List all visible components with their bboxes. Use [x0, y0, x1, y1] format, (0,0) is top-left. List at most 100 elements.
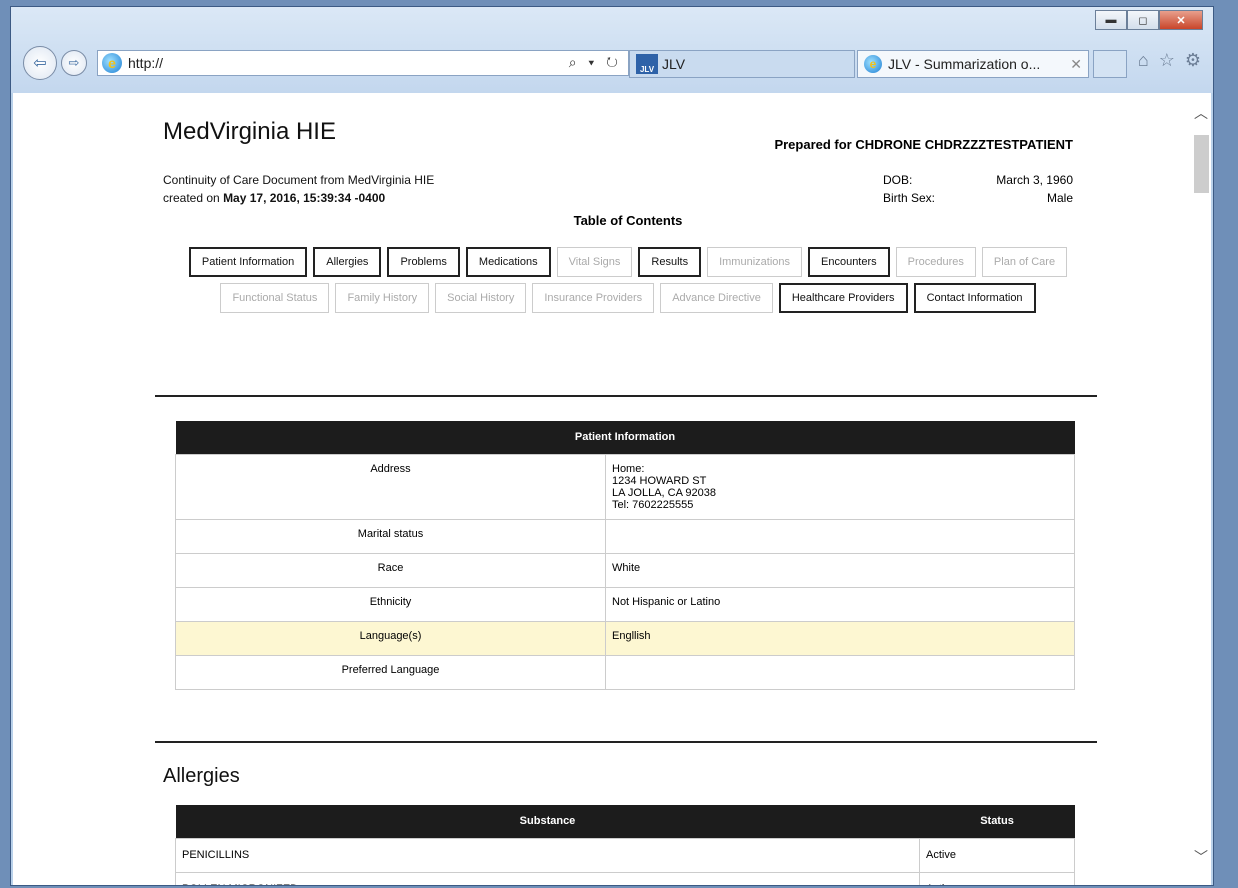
toc-vital-signs-button: Vital Signs: [556, 247, 633, 277]
tab-jlv[interactable]: JLV JLV: [629, 50, 855, 78]
back-button[interactable]: ⇦: [23, 46, 57, 80]
value-line: Not Hispanic or Latino: [612, 595, 721, 608]
patient-information-table: Patient Information Address Home: 1234 HOW…: [175, 421, 1075, 690]
toc-procedures-button: Procedures: [895, 247, 976, 277]
toc-family-history-button: Family History: [335, 283, 430, 313]
table-row: POLLEN MICRONIZEDActive: [175, 871, 1075, 885]
toc-allergies-button[interactable]: Allergies: [313, 247, 382, 277]
created-prefix: created on: [163, 191, 220, 205]
table-row: PENICILLINS Active: [175, 837, 1075, 873]
status-cell: Active: [919, 871, 1075, 885]
row-key: Preferred Language: [175, 654, 606, 690]
address-text: http://: [128, 55, 164, 71]
toc-results-button[interactable]: Results: [638, 247, 702, 277]
arrow-right-icon: ⇨: [68, 55, 80, 70]
browser-window: ▬ ◻ ✕ ⇦ ⇨ e http:// ⌕ ▾ ↻ JLV JLV e JLV …: [10, 6, 1214, 886]
ie-favicon-icon: e: [864, 55, 882, 73]
navigation-bar: ⇦ ⇨ e http:// ⌕ ▾ ↻ JLV JLV e JLV - Summ…: [19, 46, 1205, 80]
forward-button[interactable]: ⇨: [61, 50, 87, 76]
window-controls: ▬ ◻ ✕: [1095, 10, 1203, 30]
sex-label: Birth Sex:: [883, 191, 936, 205]
scroll-down-icon[interactable]: ﹀: [1194, 847, 1208, 867]
dob-label: DOB:: [883, 173, 913, 187]
toc-patient-information-button[interactable]: Patient Information: [188, 247, 308, 277]
substance-header: Substance: [175, 805, 920, 838]
patient-demographics: DOB: March 3, 1960 Birth Sex: Male: [883, 171, 1073, 207]
favorites-star-icon[interactable]: ☆: [1159, 50, 1175, 71]
table-row: Race White: [175, 552, 1075, 588]
value-line: Home:: [612, 462, 645, 475]
toc-medications-button[interactable]: Medications: [465, 247, 551, 277]
toc-contact-information-button[interactable]: Contact Information: [913, 283, 1036, 313]
patient-info-header: Patient Information: [175, 421, 1075, 454]
table-of-contents: Patient Information Allergies Problems Medi…: [163, 247, 1093, 313]
status-header: Status: [919, 805, 1075, 838]
toc-healthcare-providers-button[interactable]: Healthcare Providers: [778, 283, 908, 313]
value-line: White: [612, 561, 641, 574]
allergies-table: Substance Status PENICILLINSActivePOLLEN…: [175, 805, 1075, 885]
source-line: Continuity of Care Document from MedVirg…: [163, 173, 435, 187]
sex-value: Male: [1046, 191, 1073, 205]
browser-toolbar: ⌂ ☆ ⚙: [1138, 50, 1201, 71]
row-value: White: [605, 552, 1075, 588]
toc-immunizations-button: Immunizations: [707, 247, 802, 277]
close-tab-icon[interactable]: ✕: [1070, 56, 1082, 73]
value-line: LA JOLLA, CA 92038: [612, 486, 716, 499]
toc-problems-button[interactable]: Problems: [387, 247, 460, 277]
toc-functional-status-button: Functional Status: [220, 283, 330, 313]
title-bar: ▬ ◻ ✕ ⇦ ⇨ e http:// ⌕ ▾ ↻ JLV JLV e JLV …: [11, 7, 1213, 93]
substance-cell: POLLEN MICRONIZED: [175, 871, 920, 885]
settings-gear-icon[interactable]: ⚙: [1185, 50, 1201, 71]
toc-title: Table of Contents: [573, 213, 683, 228]
patient-name: CHDRONE CHDRZZZTESTPATIENT: [855, 137, 1073, 152]
arrow-left-icon: ⇦: [33, 55, 47, 72]
scrollbar-thumb[interactable]: [1194, 135, 1209, 193]
toc-social-history-button: Social History: [435, 283, 527, 313]
document-source: Continuity of Care Document from MedVirg…: [163, 171, 434, 207]
substance-cell: PENICILLINS: [175, 837, 920, 873]
new-tab-button[interactable]: [1093, 50, 1127, 78]
divider: [155, 741, 1097, 743]
table-row: Marital status: [175, 518, 1075, 554]
address-bar[interactable]: e http:// ⌕ ▾ ↻: [97, 50, 629, 76]
ie-logo-icon: e: [102, 53, 122, 73]
row-key: Ethnicity: [175, 586, 606, 622]
value-line: Tel: 7602225555: [612, 498, 694, 511]
row-value: Not Hispanic or Latino: [605, 586, 1075, 622]
prepared-for: Prepared for CHDRONE CHDRZZZTESTPATIENT: [774, 137, 1073, 152]
created-date: May 17, 2016, 15:39:34 -0400: [223, 191, 386, 205]
tab-label: JLV: [662, 56, 686, 72]
home-icon[interactable]: ⌂: [1138, 50, 1149, 71]
prepared-label: Prepared for: [774, 137, 852, 152]
tab-jlv-summarization[interactable]: e JLV - Summarization o... ✕: [857, 50, 1089, 78]
row-value: [605, 518, 1075, 554]
scroll-up-icon[interactable]: ︿: [1194, 103, 1208, 123]
maximize-button[interactable]: ◻: [1127, 10, 1159, 30]
search-refresh-icons[interactable]: ⌕ ▾ ↻: [569, 54, 622, 71]
toc-encounters-button[interactable]: Encounters: [808, 247, 890, 277]
toc-insurance-providers-button: Insurance Providers: [532, 283, 655, 313]
table-row: Language(s) Engllish: [175, 620, 1075, 656]
row-key: Language(s): [175, 620, 606, 656]
table-row: Address Home: 1234 HOWARD ST LA JOLLA, CA 9…: [175, 453, 1075, 520]
row-key: Marital status: [175, 518, 606, 554]
status-cell: Active: [919, 837, 1075, 873]
dob-value: March 3, 1960: [996, 173, 1073, 187]
value-line: 1234 HOWARD ST: [612, 474, 707, 487]
toc-plan-of-care-button: Plan of Care: [981, 247, 1068, 277]
divider: [155, 395, 1097, 397]
page-content: MedVirginia HIE Prepared for CHDRONE CHD…: [13, 93, 1211, 885]
created-line: created on May 17, 2016, 15:39:34 -0400: [163, 189, 434, 207]
toc-advance-directive-button: Advance Directive: [660, 283, 773, 313]
document-title: MedVirginia HIE: [163, 118, 336, 145]
tab-label: JLV - Summarization o...: [888, 56, 1041, 72]
vertical-scrollbar[interactable]: ︿ ﹀: [1191, 93, 1211, 885]
value-line: Engllish: [612, 629, 651, 642]
row-value: Engllish: [605, 620, 1075, 656]
minimize-button[interactable]: ▬: [1095, 10, 1127, 30]
row-value: [605, 654, 1075, 690]
allergies-title: Allergies: [163, 765, 240, 787]
table-row: Preferred Language: [175, 654, 1075, 690]
close-window-button[interactable]: ✕: [1159, 10, 1203, 30]
row-key: Race: [175, 552, 606, 588]
